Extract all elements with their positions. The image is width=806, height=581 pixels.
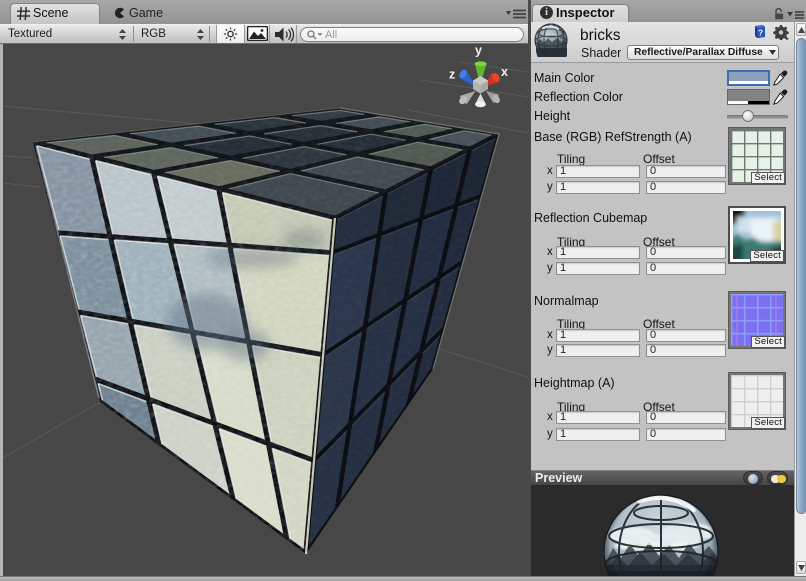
svg-text:x: x	[501, 65, 508, 79]
svg-text:z: z	[449, 68, 455, 82]
svg-text:?: ?	[758, 28, 763, 38]
svg-text:y: y	[475, 44, 482, 58]
